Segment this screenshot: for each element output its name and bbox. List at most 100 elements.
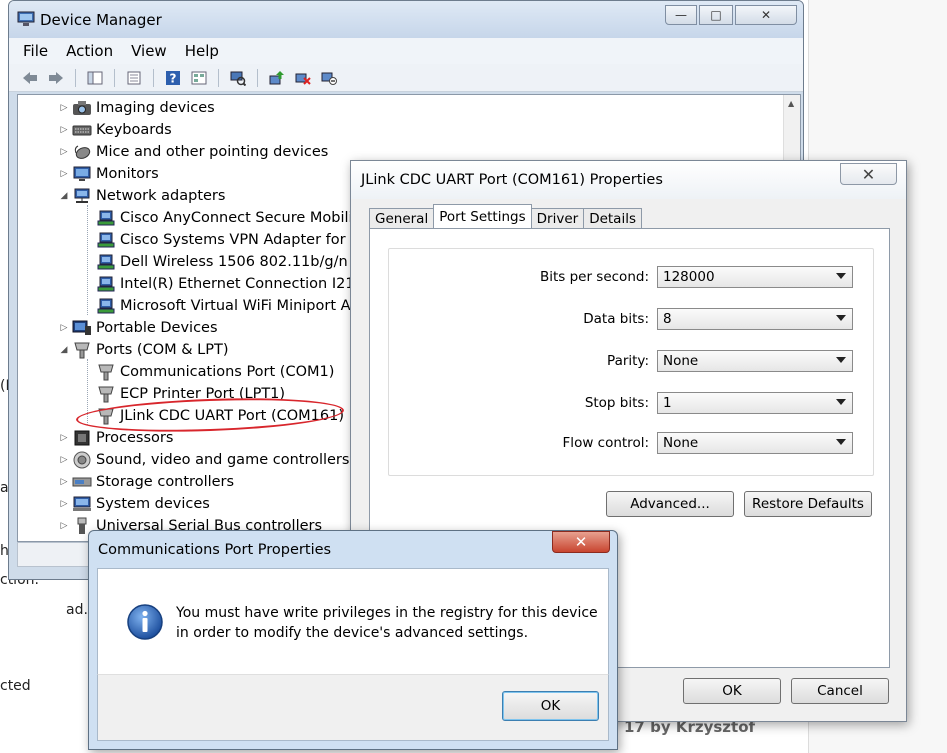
properties-titlebar[interactable]: JLink CDC UART Port (COM161) Properties … [351,161,906,199]
select-value: 8 [663,311,672,327]
tree-item-system-devices[interactable]: ▷ System devices [58,493,210,515]
tab-general[interactable]: General [369,208,435,228]
disable-button[interactable] [318,67,340,89]
ok-button[interactable]: OK [683,678,781,704]
update-driver-button[interactable] [266,67,288,89]
message-box: Communications Port Properties ✕ You mus… [88,530,618,750]
menu-help[interactable]: Help [185,42,219,60]
parity-label: Parity: [607,353,649,369]
tree-item-monitors[interactable]: ▷ Monitors [58,163,159,185]
chevron-down-icon [836,439,846,445]
message-text: You must have write privileges in the re… [176,603,598,643]
menu-file[interactable]: File [23,42,48,60]
flow-control-select[interactable]: None [657,432,853,454]
network-adapter-icon [96,253,116,271]
background-text: cted [0,678,31,694]
expand-arrow-icon[interactable]: ▷ [58,477,70,487]
expand-arrow-icon[interactable]: ▷ [58,169,70,179]
help-button[interactable]: ? [162,67,184,89]
expand-arrow-icon[interactable]: ▷ [58,147,70,157]
toolbar-separator [257,68,258,87]
tree-item-dell-wireless[interactable]: Dell Wireless 1506 802.11b/g/n (2.4G [94,251,392,273]
parity-row: Parity: None [607,350,853,372]
tree-item-storage[interactable]: ▷ Storage controllers [58,471,235,493]
device-manager-titlebar[interactable]: Device Manager — □ ✕ [9,1,803,38]
back-button[interactable] [19,67,41,89]
tree-item-network-adapters[interactable]: ◢ Network adapters [58,185,226,207]
close-button[interactable]: ✕ [552,531,610,553]
tree-item-microsoft-wifi[interactable]: Microsoft Virtual WiFi Miniport Adap [94,295,378,317]
dialog-title: JLink CDC UART Port (COM161) Properties [361,172,663,188]
tab-port-settings[interactable]: Port Settings [433,204,532,228]
tree-item-mice[interactable]: ▷ Mice and other pointing devices [58,141,329,163]
network-adapter-icon [96,209,116,227]
scan-hardware-button[interactable] [227,67,249,89]
scroll-up-icon[interactable]: ▲ [788,99,794,108]
close-icon: ✕ [861,164,876,184]
action-view-button[interactable] [188,67,210,89]
minimize-button[interactable]: — [665,5,697,25]
tab-driver[interactable]: Driver [530,208,585,228]
tree-item-com1[interactable]: Communications Port (COM1) [94,361,334,383]
speaker-icon [72,451,92,469]
close-button[interactable]: ✕ [735,5,797,25]
select-value: None [663,353,699,369]
keyboard-icon [72,121,92,139]
advanced-button[interactable]: Advanced... [606,491,734,517]
select-value: 1 [663,395,672,411]
message-body: You must have write privileges in the re… [97,568,609,674]
tree-item-sound[interactable]: ▷ Sound, video and game controllers [58,449,349,471]
expand-arrow-icon[interactable]: ▷ [58,455,70,465]
maximize-button[interactable]: □ [699,5,733,25]
close-button[interactable]: ✕ [840,163,897,185]
menu-view[interactable]: View [131,42,167,60]
network-icon [72,187,92,205]
tree-item-ports[interactable]: ◢ Ports (COM & LPT) [58,339,228,361]
expand-arrow-icon[interactable]: ▷ [58,103,70,113]
stop-bits-row: Stop bits: 1 [585,392,853,414]
uninstall-button[interactable] [292,67,314,89]
expand-arrow-icon[interactable]: ▷ [58,433,70,443]
show-hide-tree-button[interactable] [84,67,106,89]
properties-button[interactable] [123,67,145,89]
flow-control-label: Flow control: [562,435,649,451]
ok-button[interactable]: OK [502,691,599,721]
expand-arrow-icon[interactable]: ▷ [58,125,70,135]
parity-select[interactable]: None [657,350,853,372]
select-value: None [663,435,699,451]
bits-per-second-select[interactable]: 128000 [657,266,853,288]
tree-item-label: Monitors [96,166,159,182]
back-arrow-icon [23,71,37,84]
collapse-arrow-icon[interactable]: ◢ [58,191,70,201]
tree-item-cisco-vpn[interactable]: Cisco Systems VPN Adapter for 64-b [94,229,383,251]
menu-action[interactable]: Action [66,42,113,60]
port-icon [96,363,116,381]
cancel-button[interactable]: Cancel [791,678,889,704]
network-adapter-icon [96,275,116,293]
disable-device-icon [321,72,337,85]
expand-arrow-icon[interactable]: ▷ [58,521,70,531]
stop-bits-select[interactable]: 1 [657,392,853,414]
tree-item-portable-devices[interactable]: ▷ Portable Devices [58,317,218,339]
tab-details[interactable]: Details [583,208,642,228]
tree-connector-line [87,205,88,315]
data-bits-select[interactable]: 8 [657,308,853,330]
expand-arrow-icon[interactable]: ▷ [58,323,70,333]
tree-item-cisco-anyconnect[interactable]: Cisco AnyConnect Secure Mobility C [94,207,382,229]
collapse-arrow-icon[interactable]: ◢ [58,345,70,355]
expand-arrow-icon[interactable]: ▷ [58,499,70,509]
monitor-icon [72,165,92,183]
toolbar-separator [75,68,76,87]
device-manager-icon [17,11,35,27]
portable-device-icon [72,319,92,337]
tree-item-keyboards[interactable]: ▷ Keyboards [58,119,172,141]
restore-defaults-button[interactable]: Restore Defaults [744,491,872,517]
camera-icon [72,99,92,117]
processor-icon [72,429,92,447]
forward-button[interactable] [45,67,67,89]
toolbar-separator [114,68,115,87]
tree-item-intel-ethernet[interactable]: Intel(R) Ethernet Connection I218-LM [94,273,390,295]
tree-item-label: Communications Port (COM1) [120,364,335,380]
tree-item-label: Imaging devices [96,100,215,116]
tree-item-imaging-devices[interactable]: ▷ Imaging devices [58,97,215,119]
